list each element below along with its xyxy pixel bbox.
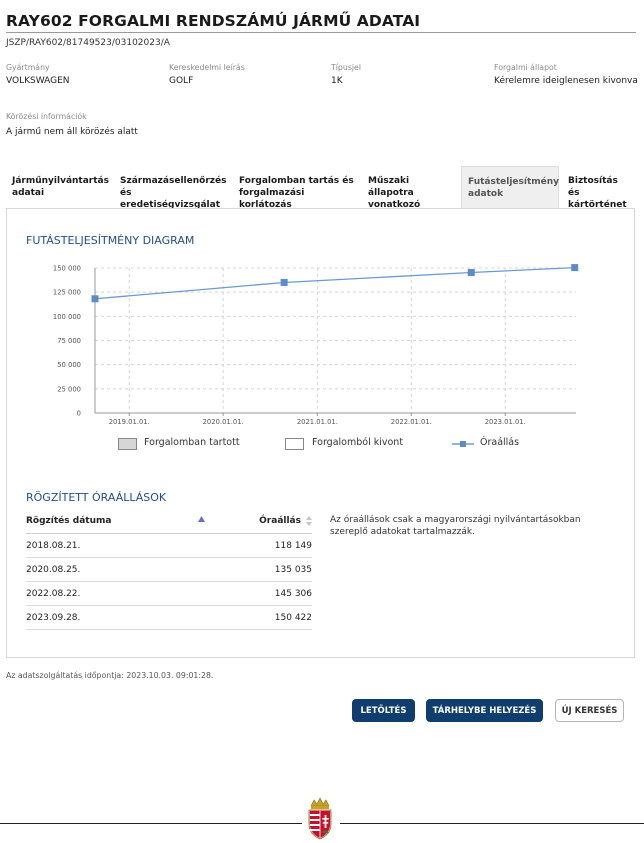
status-value: Kérelemre ideiglenesen kivonva — [494, 76, 638, 86]
tab-mileage[interactable]: Futásteljesítmény adatok — [461, 166, 559, 208]
y-tick-label: 125 000 — [53, 289, 81, 297]
data-timestamp: Az adatszolgáltatás időpontja: 2023.10.0… — [6, 671, 214, 680]
row-value: 145 306 — [274, 589, 312, 599]
data-point — [571, 264, 579, 272]
trade-value: GOLF — [169, 76, 194, 86]
records-title: RÖGZÍTETT ÓRAÁLLÁSOK — [26, 491, 167, 504]
tab-origin-check[interactable]: Származásellenőrzés és eredetiségvizsgál… — [114, 166, 232, 210]
tab-label-line1: Járműnyilvántartás — [12, 176, 109, 186]
sort-arrows-icon[interactable] — [306, 516, 312, 527]
make-label: Gyártmány — [6, 63, 50, 72]
make-value: VOLKSWAGEN — [6, 76, 70, 86]
data-point — [467, 269, 475, 277]
table-row: 2023.09.28. 150 422 — [26, 606, 312, 630]
row-date: 2018.08.21. — [26, 541, 81, 551]
sort-arrow-up-icon[interactable] — [198, 516, 205, 522]
tab-technical[interactable]: Műszaki állapotra vonatkozó adatok — [362, 166, 462, 222]
x-tick-label: 2022.01.01. — [391, 418, 432, 426]
table-row: 2022.08.22. 145 306 — [26, 582, 312, 606]
row-date: 2023.09.28. — [26, 613, 81, 623]
y-tick-label: 50 000 — [57, 361, 81, 369]
table-header: Rögzítés dátuma Óraállás — [26, 512, 312, 534]
tab-bar: Járműnyilvántartás adatai Származásellen… — [6, 166, 638, 222]
row-value: 118 149 — [274, 541, 312, 551]
x-tick-label: 2020.01.01. — [203, 418, 244, 426]
x-tick-label: 2021.01.01. — [297, 418, 338, 426]
trade-label: Kereskedelmi leírás — [169, 63, 245, 72]
footer-divider-right — [340, 823, 644, 824]
tab-label-line2: adatok — [468, 189, 504, 199]
tab-label-line2: adatai — [12, 188, 45, 198]
wanted-value: A jármű nem áll körözés alatt — [6, 127, 138, 137]
data-point — [280, 278, 288, 286]
y-tick-label: 100 000 — [53, 313, 81, 321]
legend-odometer: Óraállás — [480, 437, 520, 448]
data-point — [91, 295, 99, 303]
legend-swatch-registered — [118, 438, 137, 450]
chart-title: FUTÁSTELJESÍTMÉNY DIAGRAM — [26, 234, 195, 247]
legend-registered: Forgalomban tartott — [144, 437, 240, 448]
col-date-header[interactable]: Rögzítés dátuma — [26, 516, 111, 526]
tab-label-line1: Biztosítás és — [568, 176, 618, 198]
reference-number: JSZP/RAY602/81749523/03102023/A — [6, 38, 170, 48]
row-value: 150 422 — [274, 613, 312, 623]
new-search-button[interactable]: ÚJ KERESÉS — [555, 699, 624, 722]
line-marker-icon — [452, 441, 474, 447]
x-tick-label: 2023.01.01. — [485, 418, 526, 426]
mileage-chart: 150 000 125 000 100 000 75 000 50 000 25 000 0… — [53, 264, 579, 426]
y-tick-label: 0 — [77, 410, 81, 418]
x-tick-label: 2019.01.01. — [109, 418, 150, 426]
series-line — [94, 266, 575, 300]
title-divider — [6, 32, 636, 33]
row-date: 2020.08.25. — [26, 565, 81, 575]
records-table: Rögzítés dátuma Óraállás 2018.08.21. 118… — [26, 512, 312, 630]
wanted-label: Körözési információk — [6, 112, 87, 121]
tab-label-line1: Forgalomban tartás és — [239, 176, 354, 186]
records-note: Az óraállások csak a magyarországi nyilv… — [330, 515, 581, 537]
download-button[interactable]: LETÖLTÉS — [352, 699, 415, 722]
row-value: 135 035 — [274, 565, 312, 575]
col-value-header[interactable]: Óraállás — [259, 516, 301, 526]
legend-swatch-withdrawn — [285, 438, 304, 450]
footer-divider-left — [0, 823, 302, 824]
type-label: Típusjel — [331, 63, 362, 72]
y-tick-label: 75 000 — [57, 337, 81, 345]
tab-insurance[interactable]: Biztosítás és kártörténet — [562, 166, 638, 210]
y-tick-label: 150 000 — [53, 265, 81, 273]
page-title: RAY602 FORGALMI RENDSZÁMÚ JÁRMŰ ADATAI — [6, 12, 421, 30]
type-value: 1K — [331, 76, 343, 86]
table-row: 2020.08.25. 135 035 — [26, 558, 312, 582]
tab-label-line1: Futásteljesítmény — [468, 177, 560, 187]
hungarian-coat-of-arms-icon — [308, 797, 332, 840]
table-row: 2018.08.21. 118 149 — [26, 534, 312, 558]
tab-registry[interactable]: Járműnyilvántartás adatai — [6, 166, 110, 208]
row-date: 2022.08.22. — [26, 589, 81, 599]
tab-label-line1: Műszaki állapotra — [368, 176, 414, 198]
y-tick-label: 25 000 — [57, 385, 81, 393]
store-button[interactable]: TÁRHELYBE HELYEZÉS — [426, 699, 543, 722]
tab-label-line1: Származásellenőrzés — [120, 176, 227, 186]
status-label: Forgalmi állapot — [494, 63, 557, 72]
tab-restrictions[interactable]: Forgalomban tartás és forgalmazási korlá… — [233, 166, 361, 210]
legend-withdrawn: Forgalomból kivont — [312, 437, 404, 448]
